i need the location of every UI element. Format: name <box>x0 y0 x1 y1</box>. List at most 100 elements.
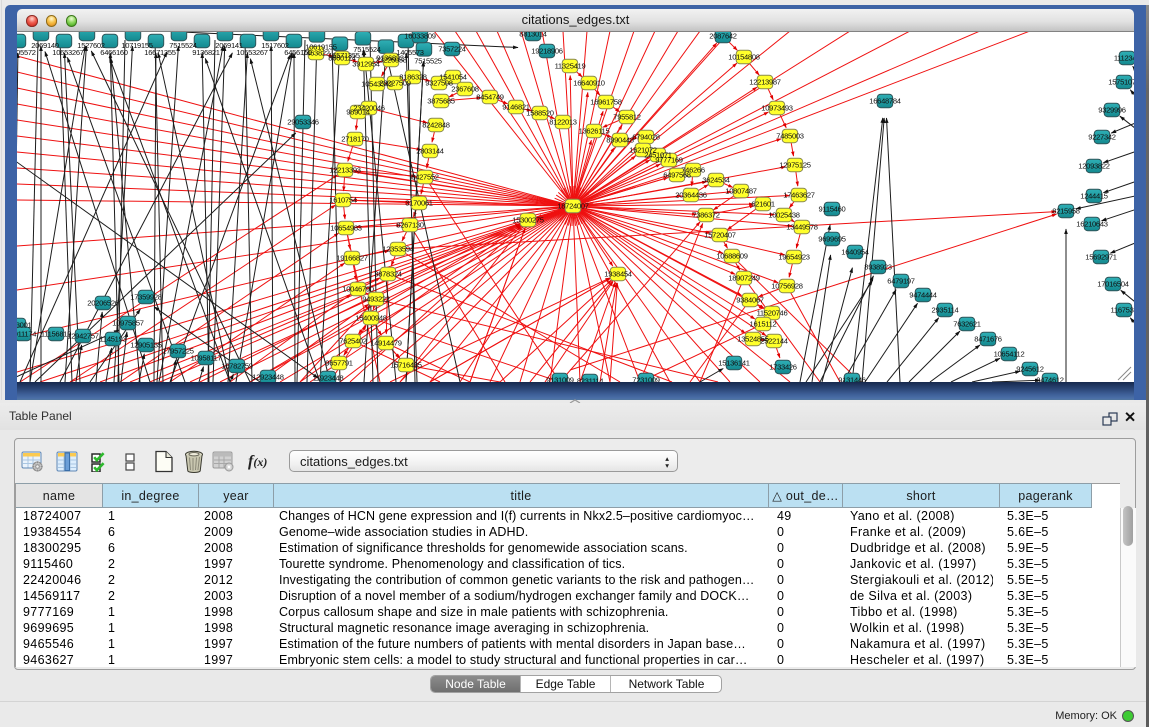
svg-text:7357224: 7357224 <box>438 45 466 54</box>
svg-text:15751074: 15751074 <box>1108 78 1134 87</box>
svg-text:6479197: 6479197 <box>887 277 915 286</box>
svg-text:18724007: 18724007 <box>557 202 588 211</box>
svg-text:16961758: 16961758 <box>590 98 621 107</box>
svg-text:10756928: 10756928 <box>771 282 802 291</box>
svg-text:1615112: 1615112 <box>750 320 777 329</box>
svg-text:10958117: 10958117 <box>191 354 222 363</box>
svg-text:1244415: 1244415 <box>1080 192 1108 201</box>
svg-text:9777169: 9777169 <box>655 156 683 165</box>
svg-text:17463627: 17463627 <box>783 191 814 200</box>
svg-text:12353594: 12353594 <box>382 245 413 254</box>
svg-text:9699695: 9699695 <box>818 235 846 244</box>
svg-text:9384067: 9384067 <box>736 296 764 305</box>
svg-text:7515525: 7515525 <box>414 56 442 65</box>
svg-text:15720407: 15720407 <box>704 231 735 240</box>
svg-text:11325419: 11325419 <box>555 62 586 71</box>
svg-text:7632621: 7632621 <box>953 320 981 329</box>
svg-text:12213987: 12213987 <box>749 78 780 87</box>
svg-text:16648784: 16648784 <box>869 97 900 106</box>
svg-text:3624534: 3624534 <box>702 176 730 185</box>
svg-text:9657791: 9657791 <box>325 359 353 368</box>
svg-text:11520746: 11520746 <box>757 309 788 318</box>
svg-text:12213393: 12213393 <box>329 166 360 175</box>
svg-text:3911174: 3911174 <box>17 330 36 339</box>
svg-text:6794028: 6794028 <box>632 133 660 142</box>
svg-text:17359928: 17359928 <box>130 293 161 302</box>
svg-text:17957225: 17957225 <box>162 347 193 356</box>
svg-text:15716485: 15716485 <box>390 361 421 370</box>
svg-text:2522144: 2522144 <box>760 337 788 346</box>
svg-text:18907249: 18907249 <box>728 274 759 283</box>
svg-text:8267130: 8267130 <box>396 221 424 230</box>
svg-text:1541054: 1541054 <box>439 73 467 82</box>
svg-text:1167533: 1167533 <box>1111 306 1134 315</box>
svg-text:746266: 746266 <box>681 166 705 175</box>
svg-text:8813014: 8813014 <box>519 32 547 39</box>
svg-text:7955812: 7955812 <box>613 113 641 122</box>
svg-text:14914479: 14914479 <box>370 339 401 348</box>
svg-text:15692971: 15692971 <box>1085 253 1116 262</box>
svg-text:11923448: 11923448 <box>313 374 344 382</box>
svg-text:23226058: 23226058 <box>375 56 406 65</box>
svg-text:1143001: 1143001 <box>17 321 32 330</box>
svg-text:15400948: 15400948 <box>355 314 386 323</box>
svg-text:8242848: 8242848 <box>422 121 450 130</box>
svg-text:10654983: 10654983 <box>330 224 361 233</box>
svg-text:8186328: 8186328 <box>399 73 427 82</box>
svg-text:15136141: 15136141 <box>718 359 749 368</box>
svg-text:2367608: 2367608 <box>451 85 479 94</box>
svg-text:12975125: 12975125 <box>779 161 810 170</box>
svg-text:9245612: 9245612 <box>1016 365 1044 374</box>
svg-text:16640910: 16640910 <box>573 79 604 88</box>
svg-text:9474444: 9474444 <box>909 291 937 300</box>
svg-text:3170061: 3170061 <box>405 199 433 208</box>
svg-text:2935114: 2935114 <box>932 306 959 315</box>
svg-text:13449578: 13449578 <box>786 223 817 232</box>
svg-text:9115460: 9115460 <box>819 205 846 214</box>
svg-text:10807487: 10807487 <box>725 187 756 196</box>
svg-text:10654112: 10654112 <box>994 350 1025 359</box>
svg-text:15300275: 15300275 <box>512 216 543 225</box>
svg-text:8990448: 8990448 <box>606 136 634 145</box>
svg-text:12923448: 12923448 <box>252 373 283 382</box>
svg-text:8427552: 8427552 <box>411 173 439 182</box>
svg-text:2718170: 2718170 <box>341 135 369 144</box>
svg-text:19218906: 19218906 <box>531 47 562 56</box>
svg-text:12093822: 12093822 <box>1078 162 1109 171</box>
svg-text:10973493: 10973493 <box>761 104 792 113</box>
svg-text:621601: 621601 <box>751 200 775 209</box>
svg-text:8122013: 8122013 <box>549 118 577 127</box>
svg-text:2803144: 2803144 <box>416 147 444 156</box>
svg-text:989014: 989014 <box>346 108 370 117</box>
svg-text:9329996: 9329996 <box>1098 106 1126 115</box>
svg-text:1938454: 1938454 <box>604 270 632 279</box>
svg-text:7463822: 7463822 <box>302 49 330 58</box>
svg-text:10025438: 10025438 <box>768 211 799 220</box>
svg-text:7386372: 7386372 <box>692 211 720 220</box>
svg-text:16210643: 16210643 <box>1076 220 1107 229</box>
svg-text:7625402: 7625402 <box>339 337 367 346</box>
svg-text:8938923: 8938923 <box>864 263 892 272</box>
svg-text:7485003: 7485003 <box>776 132 804 141</box>
svg-text:2087642: 2087642 <box>709 32 737 41</box>
svg-text:1588520: 1588520 <box>526 109 554 118</box>
svg-text:12905135: 12905135 <box>130 341 161 350</box>
svg-text:3875685: 3875685 <box>427 97 455 106</box>
svg-text:8454749: 8454749 <box>476 93 504 102</box>
svg-text:9493222: 9493222 <box>362 295 390 304</box>
svg-text:10975857: 10975857 <box>112 319 143 328</box>
svg-text:20364436: 20364436 <box>675 191 706 200</box>
svg-text:10688609: 10688609 <box>716 252 747 261</box>
svg-text:9227342: 9227342 <box>1088 133 1116 142</box>
svg-text:29053346: 29053346 <box>287 118 318 127</box>
svg-text:20206526: 20206526 <box>87 299 118 308</box>
svg-text:8471676: 8471676 <box>974 335 1002 344</box>
svg-text:1610754: 1610754 <box>329 196 357 205</box>
svg-text:1640954: 1640954 <box>841 248 869 257</box>
svg-text:19654923: 19654923 <box>778 253 809 262</box>
svg-text:10154808: 10154808 <box>728 53 759 62</box>
svg-text:1733426: 1733426 <box>769 363 797 372</box>
svg-text:10046790: 10046790 <box>342 285 373 294</box>
svg-text:1145193: 1145193 <box>100 335 127 344</box>
svg-text:16033809: 16033809 <box>404 32 435 41</box>
